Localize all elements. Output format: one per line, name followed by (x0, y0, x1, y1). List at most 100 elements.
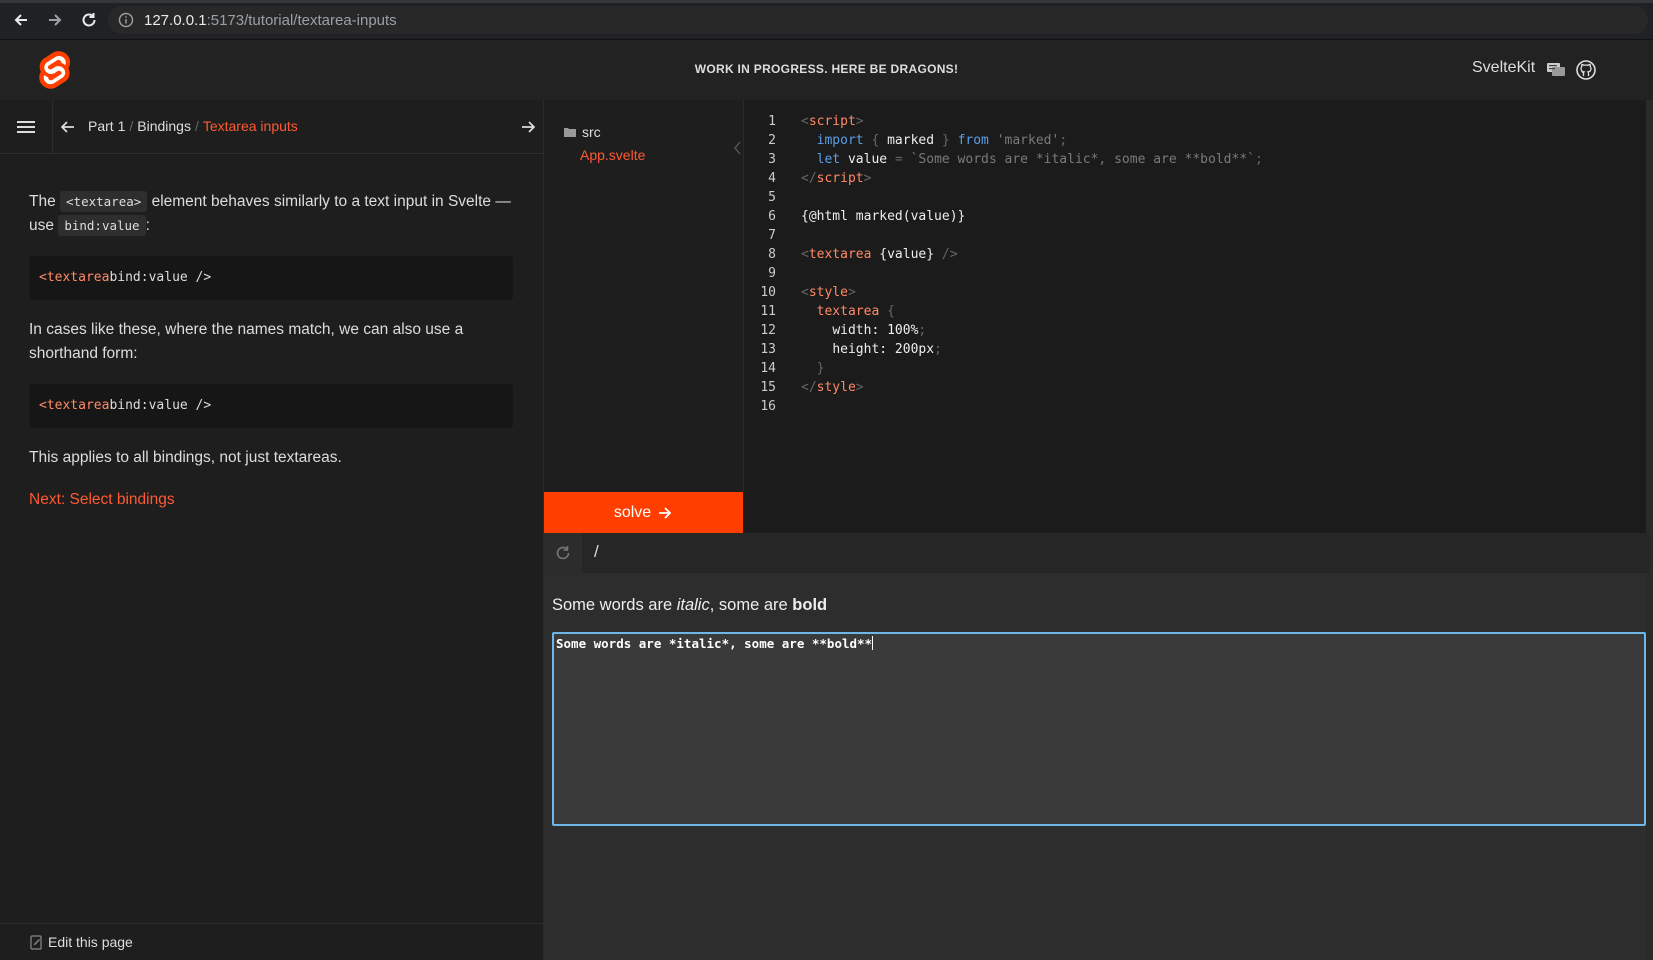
folder-src[interactable]: src (564, 124, 601, 140)
url-path: :5173/tutorial/textarea-inputs (206, 11, 397, 29)
line-number: 2 (768, 133, 776, 148)
url-text[interactable]: 127.0.0.1:5173/tutorial/textarea-inputs (144, 12, 397, 29)
url-host: 127.0.0.1 (144, 11, 207, 29)
code-tag: <textarea (39, 398, 110, 413)
sveltekit-link[interactable]: SvelteKit (1472, 59, 1535, 77)
code-line: 13 height: 200px; (744, 342, 1649, 362)
code-attr: bind:value /> (109, 398, 212, 413)
edit-page-link[interactable]: Edit this page (48, 934, 133, 950)
line-number: 16 (760, 399, 776, 414)
code-block: <textarea bind:value /> (29, 256, 513, 300)
markdown-textarea[interactable]: Some words are *italic*, some are **bold… (552, 632, 1646, 826)
chat-icon[interactable] (1546, 60, 1566, 80)
line-number: 1 (768, 114, 776, 129)
arrow-left-icon (14, 13, 27, 26)
breadcrumb-section[interactable]: Bindings (137, 118, 191, 134)
lesson-paragraph: The <textarea> element behaves similarly… (29, 190, 513, 238)
divider (52, 100, 53, 154)
scrollbar[interactable] (1646, 100, 1653, 960)
code-line: 8 <textarea {value} /> (744, 247, 1649, 267)
code-line: 4 </script> (744, 171, 1649, 191)
inline-code: bind:value (58, 215, 146, 236)
text: , some are (709, 596, 793, 614)
app-header: WORK IN PROGRESS. HERE BE DRAGONS! Svelt… (0, 40, 1653, 100)
preview-refresh-button[interactable] (544, 533, 582, 573)
chevron-left-icon[interactable] (734, 141, 742, 155)
preview-path-input[interactable]: / (594, 542, 599, 562)
code-line: 5 (744, 190, 1649, 210)
code-line: 11 textarea { (744, 304, 1649, 324)
edit-icon[interactable] (30, 935, 43, 950)
line-number: 4 (768, 171, 776, 186)
reload-icon (82, 12, 96, 26)
code-line: 7 (744, 228, 1649, 248)
solve-button[interactable]: solve (544, 492, 743, 533)
preview-pane: Some words are italic, some are bold Som… (544, 573, 1646, 960)
tutorial-panel: Part 1/Bindings / Textarea inputs The <tex… (0, 100, 544, 960)
browser-toolbar: 127.0.0.1:5173/tutorial/textarea-inputs (0, 0, 1653, 40)
code-line: 15 </style> (744, 380, 1649, 400)
italic-text: italic (676, 596, 710, 614)
breadcrumb-bar: Part 1/Bindings / Textarea inputs (0, 100, 544, 154)
browser-reload-button[interactable] (76, 7, 102, 33)
bold-text: bold (792, 596, 828, 614)
breadcrumb-current[interactable]: Textarea inputs (203, 118, 298, 134)
browser-forward-button[interactable] (42, 7, 68, 33)
inline-code: <textarea> (60, 191, 148, 212)
line-number: 14 (760, 361, 776, 376)
line-number: 3 (768, 152, 776, 167)
code-line: 12 width: 100%; (744, 323, 1649, 343)
code-attr: bind:value /> (109, 270, 212, 285)
code-line: 14 } (744, 361, 1649, 381)
reload-icon (556, 546, 570, 560)
line-number: 8 (768, 247, 776, 262)
line-number: 6 (768, 209, 776, 224)
code-line: 9 (744, 266, 1649, 286)
address-bar[interactable]: 127.0.0.1:5173/tutorial/textarea-inputs (108, 6, 1648, 34)
line-number: 13 (760, 342, 776, 357)
lesson-paragraph: This applies to all bindings, not just t… (29, 449, 342, 466)
code-line: 10 <style> (744, 285, 1649, 305)
code-line: 1 <script> (744, 114, 1649, 134)
solve-label: solve (613, 503, 652, 521)
file-tree: src App.svelte (544, 100, 744, 492)
arrow-right-icon (659, 506, 672, 519)
code-line: 2 import { marked } from 'marked'; (744, 133, 1649, 153)
code-line: 3 let value = `Some words are *italic*, … (744, 152, 1649, 172)
textarea-value: Some words are *italic*, some are **bold… (556, 636, 873, 651)
text-caret (872, 636, 874, 650)
tab-strip (0, 0, 1653, 3)
text: : (145, 217, 150, 234)
breadcrumb-separator: / (129, 118, 134, 134)
line-number: 7 (768, 228, 776, 243)
folder-icon (564, 128, 576, 137)
wip-banner: WORK IN PROGRESS. HERE BE DRAGONS! (694, 62, 959, 76)
file-app-svelte[interactable]: App.svelte (580, 147, 645, 163)
folder-label: src (582, 124, 601, 140)
lesson-paragraph: In cases like these, where the names mat… (29, 321, 464, 362)
text: The (29, 193, 61, 210)
line-number: 9 (768, 266, 776, 281)
line-number: 15 (760, 380, 776, 395)
breadcrumb-separator: / (194, 118, 199, 134)
browser-back-button[interactable] (8, 7, 34, 33)
code-line: 16 (744, 399, 1649, 419)
preview-toolbar: / (544, 533, 1649, 573)
text: Some words are (552, 596, 677, 614)
next-lesson-icon[interactable] (518, 117, 538, 137)
edit-page-bar: Edit this page (0, 923, 544, 960)
next-lesson-link[interactable]: Next: Select bindings (29, 488, 513, 512)
previous-lesson-icon[interactable] (58, 117, 78, 137)
code-block: <textarea bind:value /> (29, 384, 513, 428)
code-editor[interactable]: 1 <script> 2 import { marked } from 'mark… (744, 100, 1649, 533)
github-icon[interactable] (1576, 60, 1596, 80)
breadcrumb: Part 1/Bindings / Textarea inputs (88, 118, 298, 134)
menu-icon[interactable] (14, 116, 38, 138)
line-number: 11 (760, 304, 776, 319)
info-icon[interactable] (118, 12, 134, 28)
breadcrumb-part[interactable]: Part 1 (88, 118, 125, 134)
code-line: 6 {@html marked(value)} (744, 209, 1649, 229)
rendered-markdown: Some words are italic, some are bold (552, 596, 827, 615)
arrow-right-icon (49, 13, 62, 26)
line-number: 10 (760, 285, 776, 300)
